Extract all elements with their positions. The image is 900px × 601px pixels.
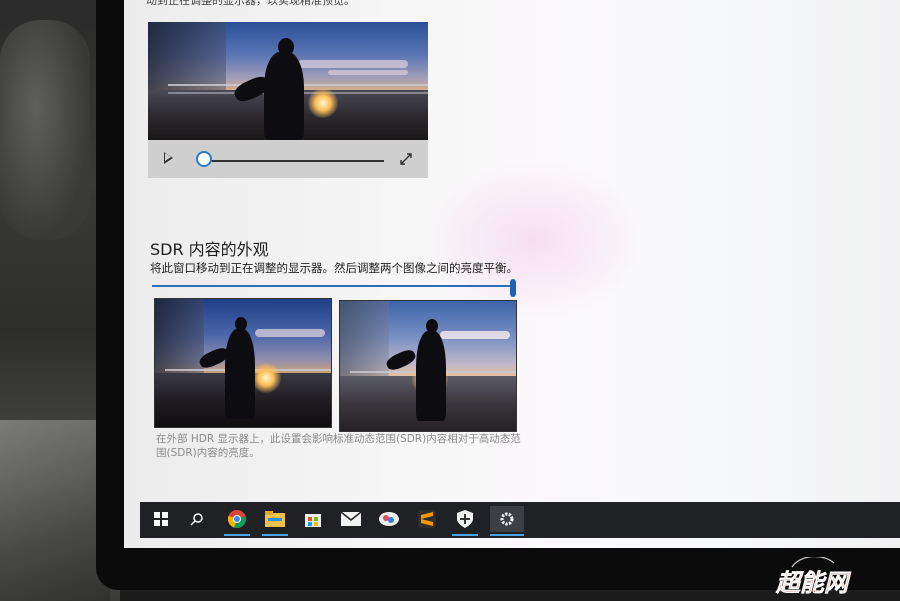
file-explorer-icon[interactable] (262, 506, 288, 536)
hdr-video-preview[interactable] (148, 22, 428, 178)
svg-text:超能网: 超能网 (775, 569, 852, 597)
chrome-icon[interactable] (224, 506, 250, 536)
sdr-brightness-slider[interactable] (152, 285, 514, 287)
screen-color-tint (424, 160, 644, 320)
sdr-brightness-slider-thumb[interactable] (510, 279, 516, 297)
site-watermark-logo: 超能网 (775, 557, 852, 597)
photos-icon[interactable] (376, 506, 402, 532)
seek-bar[interactable] (206, 160, 384, 162)
hdr-comparison-image (339, 300, 517, 432)
settings-icon[interactable] (490, 506, 524, 536)
background-blur (0, 20, 90, 240)
store-icon[interactable] (300, 506, 326, 532)
section-description: 将此窗口移动到正在调整的显示器。然后调整两个图像之间的亮度平衡。 (150, 261, 518, 275)
windows-security-icon[interactable] (452, 506, 478, 536)
sublime-icon[interactable] (414, 506, 440, 532)
sdr-comparison-image (154, 298, 332, 428)
video-frame (148, 22, 428, 140)
mail-icon[interactable] (338, 506, 364, 532)
play-icon[interactable] (164, 152, 173, 164)
background-blur (0, 420, 110, 601)
taskbar (140, 502, 900, 538)
fullscreen-icon[interactable] (400, 153, 412, 165)
section-title: SDR 内容的外观 (150, 240, 269, 259)
video-controls (148, 140, 428, 178)
screen: 动到正在调整的显示器，以实现精准预览。 SDR 内容的外观 将此窗口移动到正在调… (124, 0, 900, 548)
hdr-note: 在外部 HDR 显示器上，此设置会影响标准动态范围(SDR)内容相对于高动态范围… (156, 433, 521, 459)
seek-thumb[interactable] (196, 151, 212, 167)
windows-start-icon[interactable] (148, 506, 174, 532)
search-icon[interactable] (184, 506, 210, 532)
instruction-fragment: 动到正在调整的显示器，以实现精准预览。 (146, 0, 355, 7)
